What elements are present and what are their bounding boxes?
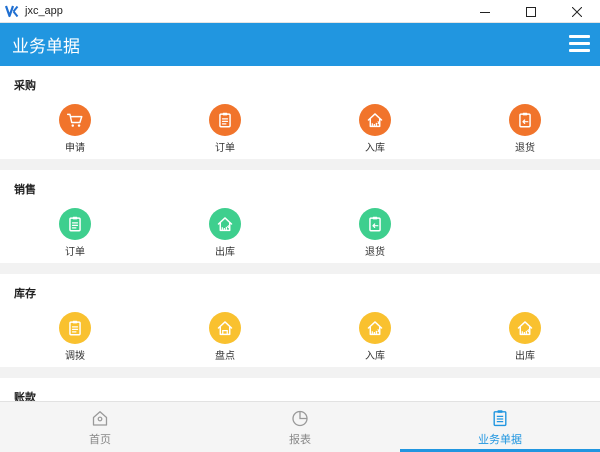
- item-label: 订单: [215, 143, 235, 154]
- item-label: 申请: [65, 143, 85, 154]
- item-label: 入库: [365, 143, 385, 154]
- item-label: 出库: [515, 351, 535, 362]
- home-icon: [92, 411, 108, 426]
- clipboard-icon: [59, 208, 91, 240]
- purchase-inbound-button[interactable]: 入库: [345, 104, 405, 154]
- section-title: 采购: [14, 79, 36, 92]
- section-title: 库存: [14, 287, 36, 300]
- item-label: 盘点: [215, 351, 235, 362]
- inventory-inbound-button[interactable]: 入库: [345, 312, 405, 362]
- warehouse-in-icon: [359, 312, 391, 344]
- item-label: 出库: [215, 247, 235, 258]
- warehouse-icon: [209, 312, 241, 344]
- inventory-stocktake-button[interactable]: 盘点: [195, 312, 255, 362]
- tab-label: 报表: [289, 433, 311, 446]
- return-clipboard-icon: [359, 208, 391, 240]
- return-clipboard-icon: [509, 104, 541, 136]
- warehouse-out-icon: [509, 312, 541, 344]
- tab-home[interactable]: 首页: [0, 402, 200, 452]
- item-label: 退货: [515, 143, 535, 154]
- warehouse-in-icon: [359, 104, 391, 136]
- sales-order-button[interactable]: 订单: [45, 208, 105, 258]
- window-titlebar: jxc_app: [0, 0, 600, 23]
- item-label: 订单: [65, 247, 85, 258]
- section-sales: 销售 订单 出库 退货: [0, 170, 600, 263]
- document-icon: [493, 410, 507, 427]
- section-purchase: 采购 申请 订单 入库 退货: [0, 66, 600, 159]
- item-label: 入库: [365, 351, 385, 362]
- section-title: 销售: [14, 183, 36, 196]
- minimize-icon: [480, 11, 490, 13]
- tab-label: 首页: [89, 433, 111, 446]
- tab-label: 业务单据: [478, 433, 522, 446]
- page-title: 业务单据: [12, 37, 80, 57]
- hamburger-menu-button[interactable]: [569, 35, 591, 53]
- maximize-icon: [526, 6, 536, 17]
- purchase-return-button[interactable]: 退货: [495, 104, 555, 154]
- clipboard-icon: [209, 104, 241, 136]
- inventory-outbound-button[interactable]: 出库: [495, 312, 555, 362]
- section-accounts: 账款: [0, 378, 600, 401]
- inventory-transfer-button[interactable]: 调拨: [45, 312, 105, 362]
- section-inventory: 库存 调拨 盘点 入库 出库: [0, 274, 600, 367]
- app-header: 业务单据: [0, 23, 600, 66]
- tab-reports[interactable]: 报表: [200, 402, 400, 452]
- maximize-button[interactable]: [508, 0, 554, 23]
- section-title: 账款: [14, 391, 36, 401]
- cart-icon: [59, 104, 91, 136]
- purchase-order-button[interactable]: 订单: [195, 104, 255, 154]
- warehouse-out-icon: [209, 208, 241, 240]
- item-label: 调拨: [65, 351, 85, 362]
- app-logo-icon: [5, 4, 19, 18]
- document-sections: 采购 申请 订单 入库 退货 销售 订单 出库 退货 库存 调拨 盘点 入库 出…: [0, 66, 600, 401]
- item-label: 退货: [365, 247, 385, 258]
- bottom-tab-bar: 首页 报表 业务单据: [0, 401, 600, 452]
- clipboard-icon: [59, 312, 91, 344]
- purchase-request-button[interactable]: 申请: [45, 104, 105, 154]
- window-title: jxc_app: [25, 5, 63, 17]
- tab-documents[interactable]: 业务单据: [400, 402, 600, 452]
- sales-outbound-button[interactable]: 出库: [195, 208, 255, 258]
- close-button[interactable]: [554, 0, 600, 23]
- minimize-button[interactable]: [462, 0, 508, 23]
- close-icon: [572, 6, 582, 17]
- pie-chart-icon: [292, 410, 308, 427]
- sales-return-button[interactable]: 退货: [345, 208, 405, 258]
